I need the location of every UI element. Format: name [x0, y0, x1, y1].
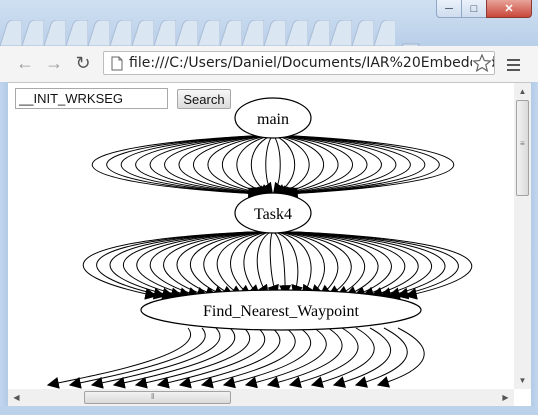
reload-icon[interactable]: ↻ [72, 52, 94, 74]
search-button[interactable]: Search [177, 89, 231, 109]
graph-node-find-nearest-waypoint[interactable]: Find_Nearest_Waypoint [140, 289, 422, 331]
tab-strip-graphic [0, 20, 395, 46]
edge-find-nearest-waypoint-to-callee [376, 327, 425, 388]
horizontal-scroll-thumb[interactable]: ‖ [84, 391, 231, 404]
window-frame-bottom [0, 406, 538, 415]
menu-icon[interactable] [506, 56, 522, 72]
page-icon [111, 56, 123, 70]
edge-find-nearest-waypoint-to-callee [310, 327, 375, 388]
edge-find-nearest-waypoint-to-callee [244, 327, 327, 389]
edge-find-nearest-waypoint-to-callee [46, 327, 192, 389]
star-icon[interactable] [472, 53, 492, 73]
window-frame-right [531, 82, 538, 415]
address-bar[interactable]: file:///C:/Users/Daniel/Documents/IAR%20… [103, 51, 495, 75]
scroll-up-icon[interactable]: ▲ [514, 83, 531, 100]
forward-arrow-icon[interactable]: → [43, 52, 65, 74]
minimize-icon[interactable]: ─ [436, 0, 462, 18]
edge-find-nearest-waypoint-to-callee [354, 327, 408, 388]
search-input[interactable] [15, 88, 168, 109]
back-arrow-icon[interactable]: ← [14, 52, 36, 74]
call-graph: main Task4 Find_Nearest_Waypoint [46, 97, 473, 389]
address-text: file:///C:/Users/Daniel/Documents/IAR%20… [129, 55, 495, 71]
grip-icon: ≡ [520, 139, 525, 148]
vertical-scrollbar[interactable]: ▲ ≡ ▼ [514, 83, 531, 389]
vertical-scroll-thumb[interactable]: ≡ [516, 100, 529, 196]
node-main-label: main [257, 111, 289, 128]
maximize-icon[interactable]: □ [461, 0, 487, 18]
scroll-right-icon[interactable]: ▶ [497, 389, 514, 406]
grip-icon: ‖ [151, 392, 155, 401]
close-icon[interactable]: ✕ [486, 0, 532, 18]
graph-edges [46, 135, 473, 389]
edge-find-nearest-waypoint-to-callee [332, 327, 392, 388]
graph-node-main[interactable]: main [234, 97, 312, 139]
browser-window: ─ □ ✕ ← → ↻ file:///C:/Users/Daniel/Docu… [0, 0, 538, 415]
edge-task4-to-find-nearest-waypoint [295, 231, 459, 300]
edge-main-to-task4 [261, 135, 274, 195]
tab-strip[interactable] [0, 20, 430, 62]
window-frame-left [0, 82, 8, 415]
title-bar: ─ □ ✕ [0, 0, 538, 62]
edge-task4-to-find-nearest-waypoint [287, 231, 392, 298]
edge-task4-to-find-nearest-waypoint [243, 231, 270, 297]
graph-node-task4[interactable]: Task4 [234, 192, 312, 234]
window-controls: ─ □ ✕ [436, 0, 532, 20]
scroll-left-icon[interactable]: ◀ [8, 389, 25, 406]
browser-toolbar: ← → ↻ file:///C:/Users/Daniel/Documents/… [0, 46, 538, 83]
horizontal-scrollbar[interactable]: ◀ ‖ ▶ [8, 389, 514, 406]
edge-task4-to-find-nearest-waypoint [277, 231, 314, 298]
edge-task4-to-find-nearest-waypoint [267, 231, 279, 298]
node-find-label: Find_Nearest_Waypoint [203, 303, 360, 320]
edge-task4-to-find-nearest-waypoint [273, 231, 292, 298]
scroll-down-icon[interactable]: ▼ [514, 372, 531, 389]
page-content: main Task4 Find_Nearest_Waypoint Search [8, 83, 514, 389]
edge-task4-to-find-nearest-waypoint [256, 231, 271, 297]
edge-task4-to-find-nearest-waypoint [275, 231, 303, 298]
edge-task4-to-find-nearest-waypoint [296, 231, 473, 300]
node-task4-label: Task4 [254, 206, 292, 223]
edge-main-to-task4 [272, 135, 285, 195]
